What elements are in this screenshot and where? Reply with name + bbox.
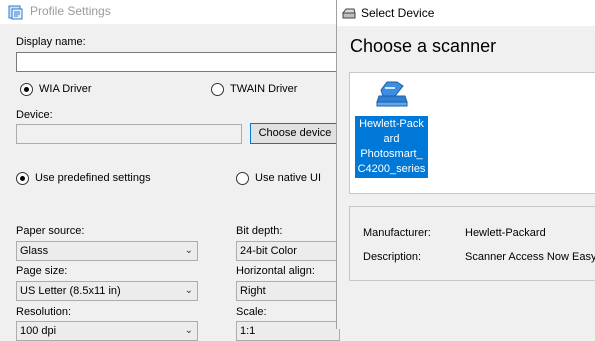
dialog-title: Select Device bbox=[361, 6, 435, 20]
chevron-down-icon: ⌄ bbox=[184, 245, 193, 256]
horizontal-align-label: Horizontal align: bbox=[236, 265, 315, 277]
display-name-input[interactable] bbox=[16, 52, 340, 72]
manufacturer-label: Manufacturer: bbox=[363, 227, 431, 239]
window-title: Profile Settings bbox=[30, 4, 111, 18]
dialog-heading: Choose a scanner bbox=[350, 36, 497, 56]
scale-select[interactable]: 1:1 bbox=[236, 321, 340, 341]
scanner-device-icon bbox=[376, 81, 408, 107]
chevron-down-icon: ⌄ bbox=[184, 325, 193, 336]
horizontal-align-value: Right bbox=[240, 285, 266, 297]
wia-driver-radio[interactable] bbox=[20, 83, 33, 96]
bit-depth-label: Bit depth: bbox=[236, 225, 283, 237]
scanner-list: Hewlett-Pack ard Photosmart_ C4200_serie… bbox=[349, 72, 595, 194]
flatbed-scanner-icon bbox=[342, 8, 356, 19]
scanner-label-line-2: ard bbox=[383, 133, 400, 145]
resolution-select[interactable]: 100 dpi ⌄ bbox=[16, 321, 198, 341]
wia-driver-label: WIA Driver bbox=[39, 83, 92, 95]
choose-device-button[interactable]: Choose device bbox=[250, 123, 340, 144]
description-label: Description: bbox=[363, 251, 422, 263]
bit-depth-value: 24-bit Color bbox=[240, 245, 297, 257]
scanner-item-label: Hewlett-Pack ard Photosmart_ C4200_serie… bbox=[355, 116, 428, 178]
page-size-label: Page size: bbox=[16, 265, 68, 277]
dialog-title-bar[interactable]: Select Device bbox=[337, 0, 595, 26]
scale-label: Scale: bbox=[236, 306, 267, 318]
manufacturer-value: Hewlett-Packard bbox=[465, 227, 546, 239]
horizontal-align-select[interactable]: Right bbox=[236, 281, 340, 301]
display-name-label: Display name: bbox=[16, 36, 86, 48]
predefined-settings-radio[interactable] bbox=[16, 172, 29, 185]
bit-depth-select[interactable]: 24-bit Color bbox=[236, 241, 340, 261]
device-field bbox=[16, 124, 242, 144]
device-info-panel: Manufacturer: Hewlett-Packard Descriptio… bbox=[349, 206, 595, 281]
resolution-value: 100 dpi bbox=[20, 325, 57, 337]
paper-source-value: Glass bbox=[20, 245, 49, 257]
select-device-dialog: Select Device Choose a scanner Hewlett-P… bbox=[336, 0, 595, 329]
description-value: Scanner Access Now Easy bbox=[465, 251, 595, 263]
twain-driver-label: TWAIN Driver bbox=[230, 83, 298, 95]
scale-value: 1:1 bbox=[240, 325, 256, 337]
paper-source-label: Paper source: bbox=[16, 225, 85, 237]
page-size-select[interactable]: US Letter (8.5x11 in) ⌄ bbox=[16, 281, 198, 301]
twain-driver-radio[interactable] bbox=[211, 83, 224, 96]
resolution-label: Resolution: bbox=[16, 306, 72, 318]
page-size-value: US Letter (8.5x11 in) bbox=[20, 285, 121, 297]
scanner-label-line-3: Photosmart_ bbox=[360, 148, 423, 160]
native-ui-radio[interactable] bbox=[236, 172, 249, 185]
profile-settings-window: Profile Settings Display name: WIA Drive… bbox=[0, 0, 340, 341]
scanner-app-icon bbox=[8, 5, 23, 20]
scanner-item-hp-photosmart[interactable]: Hewlett-Pack ard Photosmart_ C4200_serie… bbox=[355, 78, 428, 178]
device-label: Device: bbox=[16, 109, 53, 121]
profile-title-bar[interactable]: Profile Settings bbox=[0, 0, 340, 24]
paper-source-select[interactable]: Glass ⌄ bbox=[16, 241, 198, 261]
predefined-settings-label: Use predefined settings bbox=[35, 172, 151, 184]
scanner-label-line-1: Hewlett-Pack bbox=[359, 118, 424, 130]
native-ui-label: Use native UI bbox=[255, 172, 322, 184]
scanner-label-line-4: C4200_series bbox=[357, 163, 426, 175]
chevron-down-icon: ⌄ bbox=[184, 285, 193, 296]
